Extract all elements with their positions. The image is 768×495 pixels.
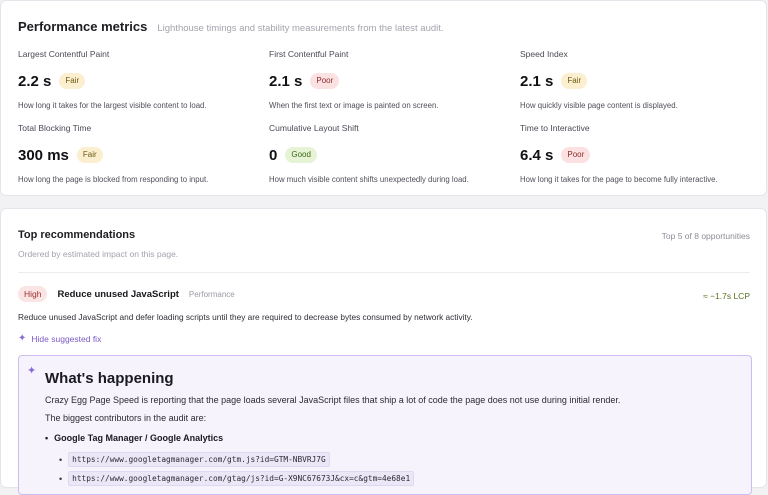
recommendation-category: Performance bbox=[188, 289, 235, 299]
hide-suggested-fix-label: Hide suggested fix bbox=[31, 333, 102, 344]
status-badge: Good bbox=[285, 147, 317, 163]
metric-speed-index: Speed Index 2.1 s Fair How quickly visib… bbox=[520, 49, 760, 110]
status-badge: Fair bbox=[76, 147, 103, 163]
metric-fcp: First Contentful Paint 2.1 s Poor When t… bbox=[269, 49, 509, 110]
recommendations-subtitle: Ordered by estimated impact on this page… bbox=[18, 249, 179, 259]
contributor-name: Google Tag Manager / Google Analytics bbox=[45, 433, 223, 443]
metric-tbt: Total Blocking Time 300 ms Fair How long… bbox=[18, 123, 258, 184]
recommendations-title: Top recommendations bbox=[18, 229, 136, 241]
metric-label: First Contentful Paint bbox=[269, 49, 349, 59]
bullet: • bbox=[59, 473, 63, 484]
performance-title: Performance metrics bbox=[18, 19, 148, 34]
recommendation-header: High Reduce unused JavaScript Performanc… bbox=[18, 286, 235, 302]
metric-value: 0 bbox=[269, 146, 278, 164]
hide-suggested-fix-button[interactable]: ✦ Hide suggested fix bbox=[18, 333, 101, 344]
metric-label: Time to Interactive bbox=[520, 123, 590, 133]
bullet: • bbox=[59, 454, 63, 465]
script-url: https://www.googletagmanager.com/gtag/js… bbox=[68, 471, 415, 486]
recommendations-card: Top recommendations Top 5 of 8 opportuni… bbox=[0, 208, 767, 495]
metric-label: Largest Contentful Paint bbox=[18, 49, 110, 59]
performance-subtitle: Lighthouse timings and stability measure… bbox=[157, 23, 444, 34]
impact-estimate: ≈ −1.7s LCP bbox=[703, 291, 750, 301]
divider bbox=[18, 272, 750, 273]
metric-description: When the first text or image is painted … bbox=[269, 101, 439, 110]
metric-description: How quickly visible page content is disp… bbox=[520, 101, 678, 110]
metric-cls: Cumulative Layout Shift 0 Good How much … bbox=[269, 123, 509, 184]
contributor-url-item: • https://www.googletagmanager.com/gtm.j… bbox=[59, 452, 330, 467]
fix-paragraph: The biggest contributors in the audit ar… bbox=[45, 413, 207, 423]
suggested-fix-panel: ✦ What's happening Crazy Egg Page Speed … bbox=[18, 355, 752, 495]
priority-badge: High bbox=[18, 286, 48, 302]
metric-label: Speed Index bbox=[520, 49, 568, 59]
status-badge: Poor bbox=[561, 147, 591, 163]
metric-lcp: Largest Contentful Paint 2.2 s Fair How … bbox=[18, 49, 258, 110]
fix-paragraph: Crazy Egg Page Speed is reporting that t… bbox=[45, 395, 621, 405]
status-badge: Poor bbox=[310, 73, 340, 89]
contributor-url-item: • https://www.googletagmanager.com/gtag/… bbox=[59, 471, 415, 486]
metric-value: 2.2 s bbox=[18, 72, 52, 90]
metric-tti: Time to Interactive 6.4 s Poor How long … bbox=[520, 123, 760, 184]
script-url: https://www.googletagmanager.com/gtm.js?… bbox=[68, 452, 330, 467]
fix-heading: What's happening bbox=[45, 370, 174, 387]
metric-description: How long the page is blocked from respon… bbox=[18, 175, 209, 184]
opportunities-count: Top 5 of 8 opportunities bbox=[661, 231, 750, 241]
performance-metrics-card: Performance metrics Lighthouse timings a… bbox=[0, 0, 767, 196]
metric-description: How much visible content shifts unexpect… bbox=[269, 175, 469, 184]
status-badge: Fair bbox=[561, 73, 588, 89]
metric-description: How long it takes for the page to become… bbox=[520, 175, 718, 184]
metric-label: Cumulative Layout Shift bbox=[269, 123, 359, 133]
metric-label: Total Blocking Time bbox=[18, 123, 92, 133]
recommendation-description: Reduce unused JavaScript and defer loadi… bbox=[18, 312, 473, 322]
metric-value: 300 ms bbox=[18, 146, 69, 164]
recommendation-title: Reduce unused JavaScript bbox=[57, 288, 179, 300]
performance-header: Performance metrics Lighthouse timings a… bbox=[18, 19, 444, 34]
metric-description: How long it takes for the largest visibl… bbox=[18, 101, 207, 110]
status-badge: Fair bbox=[59, 73, 86, 89]
metric-value: 2.1 s bbox=[520, 72, 554, 90]
sparkle-icon: ✦ bbox=[27, 365, 37, 377]
sparkle-icon: ✦ bbox=[18, 333, 27, 344]
metric-value: 6.4 s bbox=[520, 146, 554, 164]
metric-value: 2.1 s bbox=[269, 72, 303, 90]
